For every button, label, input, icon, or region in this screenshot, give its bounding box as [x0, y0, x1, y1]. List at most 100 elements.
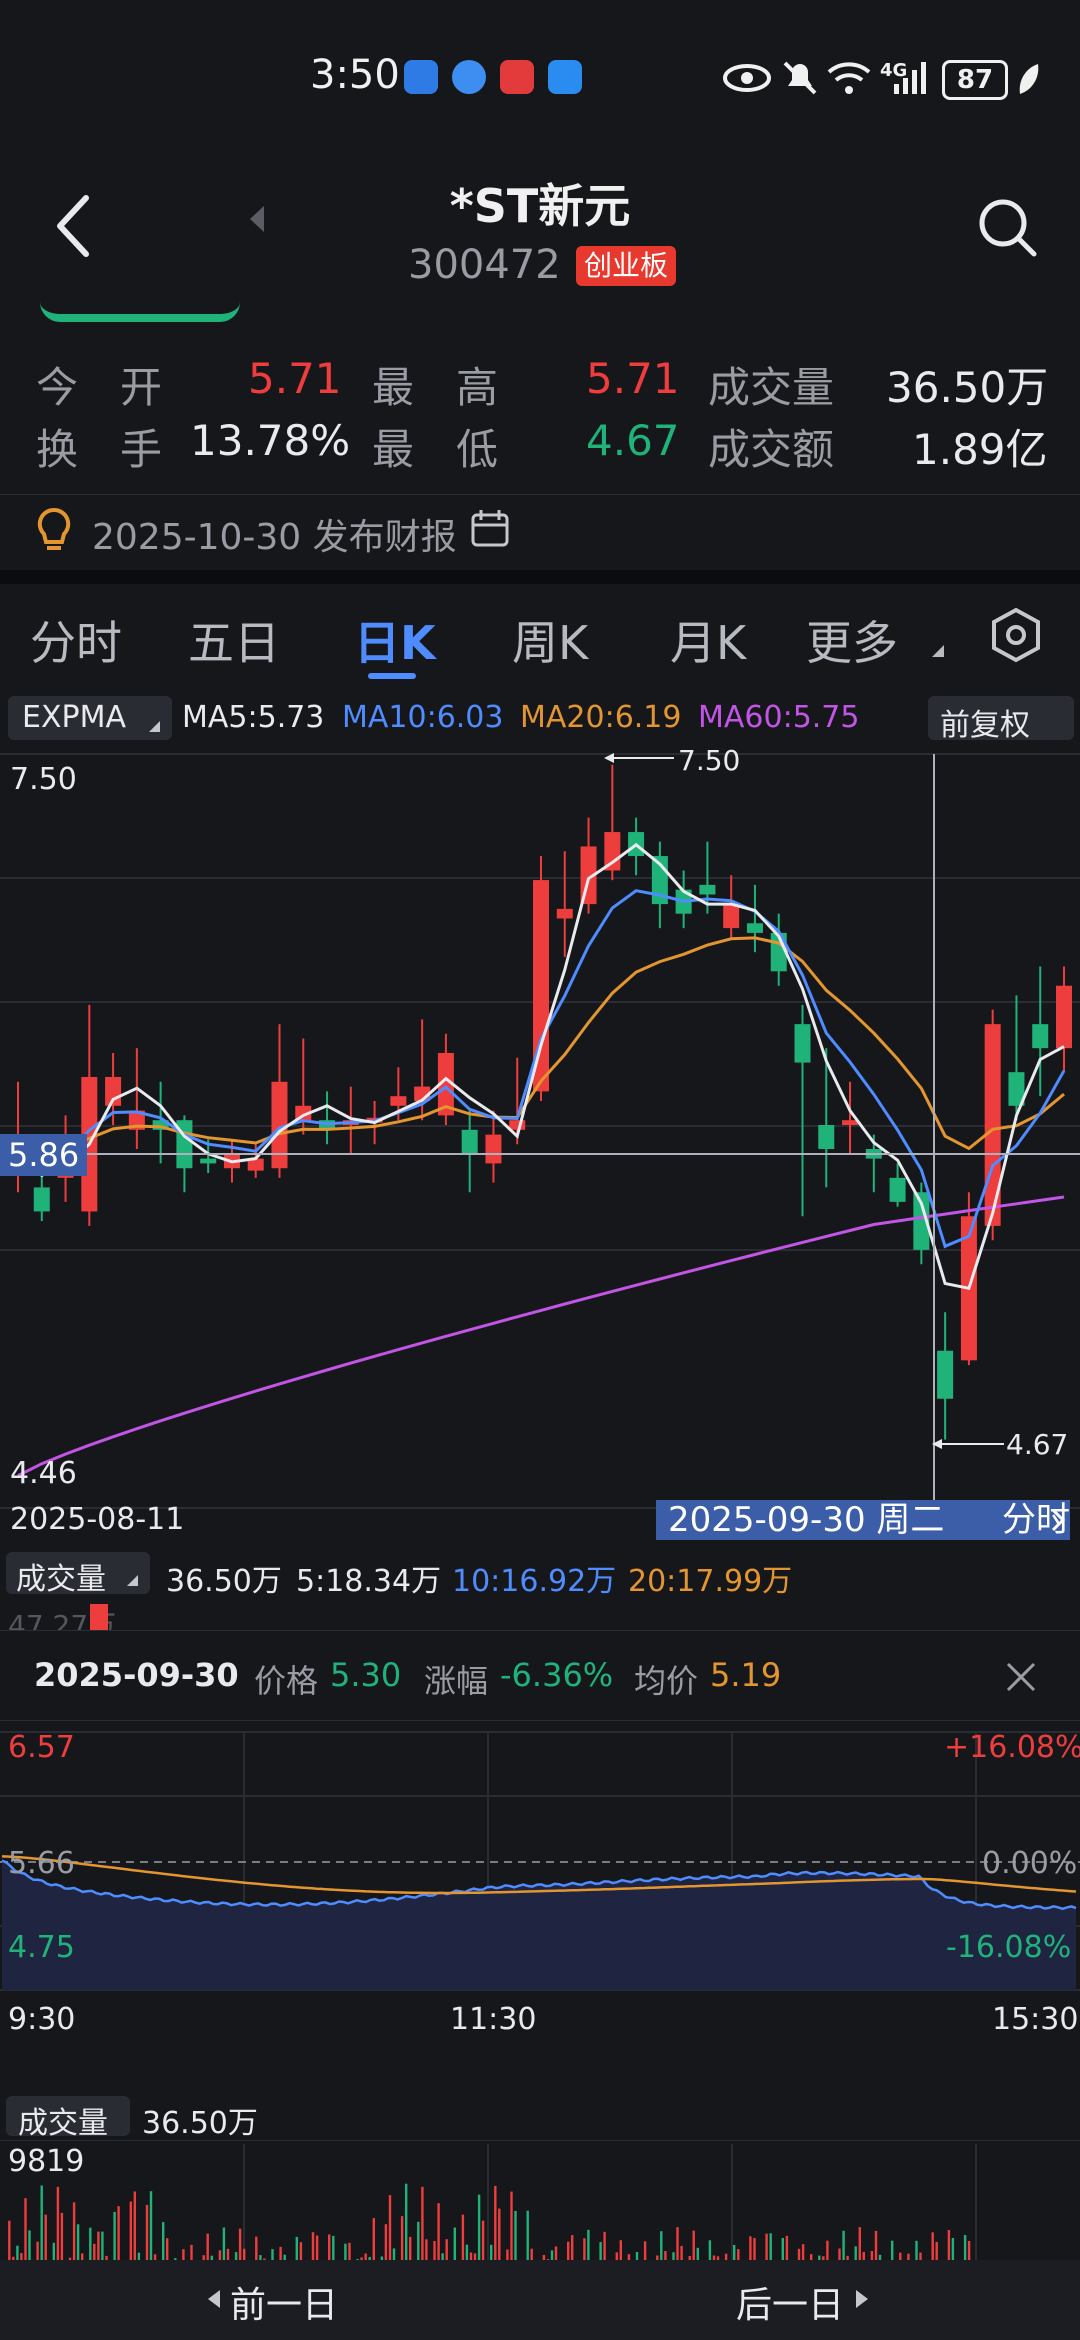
candle-body: [699, 884, 716, 895]
lightbulb-icon: [37, 507, 71, 550]
wifi-icon: [827, 62, 871, 94]
cursor-date-tag[interactable]: 2025-09-30 周二 分时: [656, 1500, 1070, 1540]
tab-daily-k[interactable]: 日K: [354, 607, 436, 673]
divider: [0, 2140, 1080, 2141]
chevron-right-icon: [1051, 1508, 1066, 1532]
kline-chart[interactable]: 7.50 4.46 7.50 4.67 5.86 2025-08-11: [0, 744, 1080, 1537]
eye-icon: [723, 64, 771, 92]
low-price-label: 4.67: [1006, 1428, 1069, 1461]
candle-body: [485, 1134, 502, 1164]
intraday-chart[interactable]: [0, 1730, 1080, 2050]
kline-canvas: [0, 753, 1080, 1510]
candle-body: [746, 923, 763, 933]
divider: [0, 1720, 1080, 1721]
candle-body: [818, 1125, 835, 1150]
expma-selector[interactable]: EXPMA: [8, 696, 172, 740]
close-icon[interactable]: [1004, 1660, 1038, 1694]
app-notification-icon: [452, 60, 486, 94]
candle-body: [390, 1096, 407, 1106]
status-time: 3:50: [310, 52, 400, 98]
volume-label: 成交量: [708, 363, 835, 412]
low-value: 4.67: [586, 416, 680, 465]
turnover-label: 换 手: [36, 425, 163, 474]
signal-icon: [894, 62, 926, 94]
next-day-label: 后一日: [736, 2285, 845, 2326]
price-row-clipped: [40, 292, 240, 322]
cursor-date: 2025-09-30 周二: [668, 1500, 945, 1540]
cursor-price-tag: 5.86: [0, 1134, 88, 1176]
x-axis-start-date: 2025-08-11: [10, 1502, 185, 1537]
intraday-time-end: 15:30: [992, 2002, 1079, 2037]
tab-monthly-k[interactable]: 月K: [670, 607, 746, 673]
volume-value: 36.50万: [886, 363, 1049, 412]
high-label: 最 高: [372, 363, 499, 412]
expma-label: EXPMA: [22, 700, 127, 735]
dropdown-triangle-icon: [149, 721, 160, 732]
candle-body: [889, 1177, 906, 1202]
search-icon[interactable]: [976, 196, 1038, 258]
volume-current: 36.50万: [166, 1564, 282, 1599]
candle-body: [723, 904, 740, 929]
volume-indicator-row: 成交量 36.50万 5:18.34万 10:16.92万 20:17.99万: [0, 1552, 1080, 1599]
volume-bar: [90, 1604, 108, 1630]
volume-selector-label: 成交量: [16, 1562, 106, 1597]
low-label: 最 低: [372, 425, 499, 474]
adjust-label: 前复权: [940, 708, 1030, 743]
candle-body: [794, 1024, 811, 1063]
tab-more[interactable]: 更多: [806, 607, 898, 673]
intraday-time-start: 9:30: [8, 2002, 76, 2037]
open-label: 今 开: [36, 363, 163, 412]
ma60-value: MA60:5.75: [698, 700, 860, 735]
intraday-pct-top: +16.08%: [944, 1730, 1080, 1765]
detail-avg-label: 均价: [634, 1662, 699, 1700]
volume-ma20: 20:17.99万: [628, 1564, 793, 1599]
footer-nav: 前一日 后一日: [0, 2260, 1080, 2340]
app-notification-icon: [500, 60, 534, 94]
intraday-time-mid: 11:30: [450, 2002, 537, 2037]
intraday-volume-label-box: 成交量: [6, 2096, 130, 2141]
amount-value: 1.89亿: [912, 425, 1048, 474]
chevron-left-icon: [208, 2290, 220, 2308]
candle-body: [1032, 1024, 1049, 1049]
candle-body: [200, 1158, 217, 1164]
settings-hexagon-icon[interactable]: [990, 607, 1042, 663]
mute-bell-icon: [783, 61, 817, 95]
board-badge: 创业板: [576, 246, 677, 286]
earnings-notice[interactable]: 2025-10-30 发布财报: [0, 500, 1080, 560]
detail-date: 2025-09-30: [34, 1656, 239, 1694]
prev-day-label: 前一日: [230, 2285, 339, 2326]
candle-body: [842, 1120, 859, 1125]
dropdown-triangle-icon: [932, 645, 944, 657]
candlestick-series: [10, 764, 1072, 1440]
notice-text: 2025-10-30 发布财报: [92, 517, 457, 558]
detail-avg: 5.19: [710, 1656, 782, 1694]
volume-ma5: 5:18.34万: [296, 1564, 442, 1599]
ma10-value: MA10:6.03: [342, 700, 504, 735]
tab-five-day[interactable]: 五日: [188, 607, 280, 673]
detail-price: 5.30: [330, 1656, 402, 1694]
volume-chart-clipped: 47.27万: [0, 1600, 1080, 1630]
detail-change-label: 涨幅: [424, 1662, 489, 1700]
tab-intraday[interactable]: 分时: [30, 607, 122, 673]
intraday-y-top: 6.57: [8, 1730, 75, 1765]
ma60-line: [17, 1195, 1065, 1477]
adjust-selector[interactable]: 前复权: [928, 696, 1074, 743]
divider: [0, 494, 1080, 495]
tab-weekly-k[interactable]: 周K: [512, 607, 588, 673]
volume-selector[interactable]: 成交量: [6, 1552, 150, 1597]
chevron-right-icon: [856, 2290, 868, 2308]
detail-price-label: 价格: [254, 1662, 319, 1700]
candle-body: [556, 908, 573, 919]
app-notification-icon: [404, 60, 438, 94]
ma5-value: MA5:5.73: [182, 700, 325, 735]
stock-name: *ST新元: [449, 179, 631, 233]
intraday-pct-mid: 0.00%: [982, 1846, 1078, 1881]
candle-body: [1056, 985, 1072, 1049]
y-axis-bottom: 4.46: [10, 1456, 77, 1491]
calendar-add-icon[interactable]: [470, 508, 512, 550]
open-value: 5.71: [248, 354, 342, 403]
candle-body: [509, 1120, 526, 1130]
intraday-volume-label: 成交量: [18, 2106, 108, 2141]
high-price-label: 7.50: [678, 744, 741, 777]
section-gap: [0, 570, 1080, 584]
